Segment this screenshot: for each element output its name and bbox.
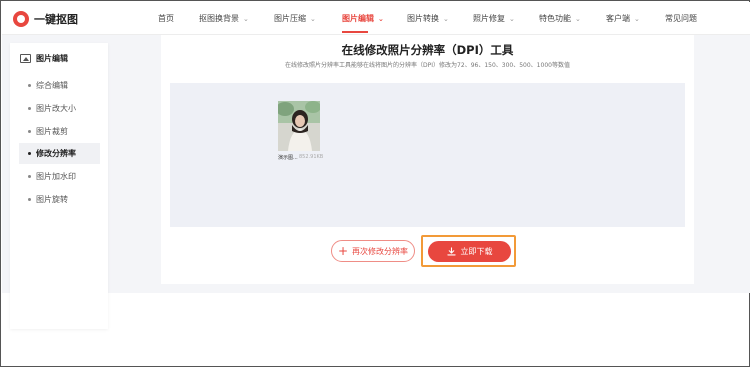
nav-item-label: 照片修复 [473,14,505,23]
sidebar-item-crop[interactable]: 图片裁剪 [19,121,100,142]
sidebar-item-label: 修改分辨率 [36,149,76,158]
sidebar-heading: 图片编辑 [20,53,68,64]
redo-dpi-label: 再次修改分辨率 [352,246,409,256]
main-panel: 在线修改照片分辨率（DPI）工具 在线修改照片分辨率工具能够在线将图片的分辨率（… [161,35,694,284]
file-size: 852.91KB [299,154,324,160]
nav-item-compress[interactable]: 图片压缩 ⌄ [274,13,316,24]
bullet-icon [28,130,31,133]
sidebar-item-label: 图片裁剪 [36,127,68,136]
nav-item-label: 首页 [158,14,174,23]
nav-item-label: 图片转换 [407,14,439,23]
chevron-down-icon: ⌄ [443,14,449,23]
sidebar-item-label: 图片加水印 [36,172,76,181]
page-subtitle: 在线修改照片分辨率工具能够在线将图片的分辨率（DPI）修改为72、96、150、… [285,62,570,69]
nav-item-label: 图片编辑 [342,14,374,23]
chevron-down-icon: ⌄ [243,14,249,23]
nav-item-home[interactable]: 首页 [158,13,174,24]
nav-item-label: 抠图换背景 [199,14,239,23]
download-label: 立即下载 [460,247,493,256]
nav-item-label: 图片压缩 [274,14,306,23]
sidebar-item-general-edit[interactable]: 综合编辑 [19,75,100,96]
bullet-icon [28,107,31,110]
nav-item-features[interactable]: 特色功能 ⌄ [539,13,581,24]
nav-item-cutout[interactable]: 抠图换背景 ⌄ [199,13,249,24]
app-window: 一键抠图 首页 抠图换背景 ⌄ 图片压缩 ⌄ 图片编辑 ⌄ 图片转换 ⌄ 照片修… [0,0,750,367]
image-thumbnail[interactable] [278,101,320,151]
sidebar-item-dpi[interactable]: 修改分辨率 [19,143,100,164]
file-name: 演示图... [278,155,298,161]
download-icon [446,247,456,256]
photo-thumbnail [278,101,320,151]
nav-item-label: 常见问题 [665,14,697,23]
redo-dpi-button[interactable]: + 再次修改分辨率 [331,240,415,262]
nav-item-client[interactable]: 客户端 ⌄ [606,13,640,24]
sidebar: 图片编辑 综合编辑 图片改大小 图片裁剪 修改分辨率 图片加水印 图片旋转 [10,43,108,329]
sidebar-item-rotate[interactable]: 图片旋转 [19,189,100,210]
plus-icon: + [337,244,349,258]
nav-item-edit[interactable]: 图片编辑 ⌄ [342,13,384,24]
sidebar-heading-label: 图片编辑 [36,54,68,63]
sidebar-item-label: 综合编辑 [36,81,68,90]
sidebar-item-label: 图片改大小 [36,104,76,113]
nav-item-convert[interactable]: 图片转换 ⌄ [407,13,449,24]
nav-item-label: 特色功能 [539,14,571,23]
download-button[interactable]: 立即下载 [428,241,511,262]
nav-item-label: 客户端 [606,14,630,23]
page-title: 在线修改照片分辨率（DPI）工具 [341,43,514,57]
chevron-down-icon: ⌄ [310,14,316,23]
nav-item-repair[interactable]: 照片修复 ⌄ [473,13,515,24]
main-nav: 首页 抠图换背景 ⌄ 图片压缩 ⌄ 图片编辑 ⌄ 图片转换 ⌄ 照片修复 ⌄ 特… [2,2,750,35]
bullet-icon [28,198,31,201]
sidebar-item-resize[interactable]: 图片改大小 [19,98,100,119]
bullet-icon [28,175,31,178]
bullet-icon [28,152,31,155]
top-header: 一键抠图 首页 抠图换背景 ⌄ 图片压缩 ⌄ 图片编辑 ⌄ 图片转换 ⌄ 照片修… [2,2,750,35]
active-nav-indicator [342,31,368,33]
chevron-down-icon: ⌄ [634,14,640,23]
chevron-down-icon: ⌄ [575,14,581,23]
sidebar-item-watermark[interactable]: 图片加水印 [19,166,100,187]
chevron-down-icon: ⌄ [378,14,384,23]
chevron-down-icon: ⌄ [509,14,515,23]
nav-item-faq[interactable]: 常见问题 [665,13,697,24]
bullet-icon [28,84,31,87]
image-preview-area: 演示图... 852.91KB [170,83,685,227]
image-icon [20,54,31,63]
sidebar-item-label: 图片旋转 [36,195,68,204]
